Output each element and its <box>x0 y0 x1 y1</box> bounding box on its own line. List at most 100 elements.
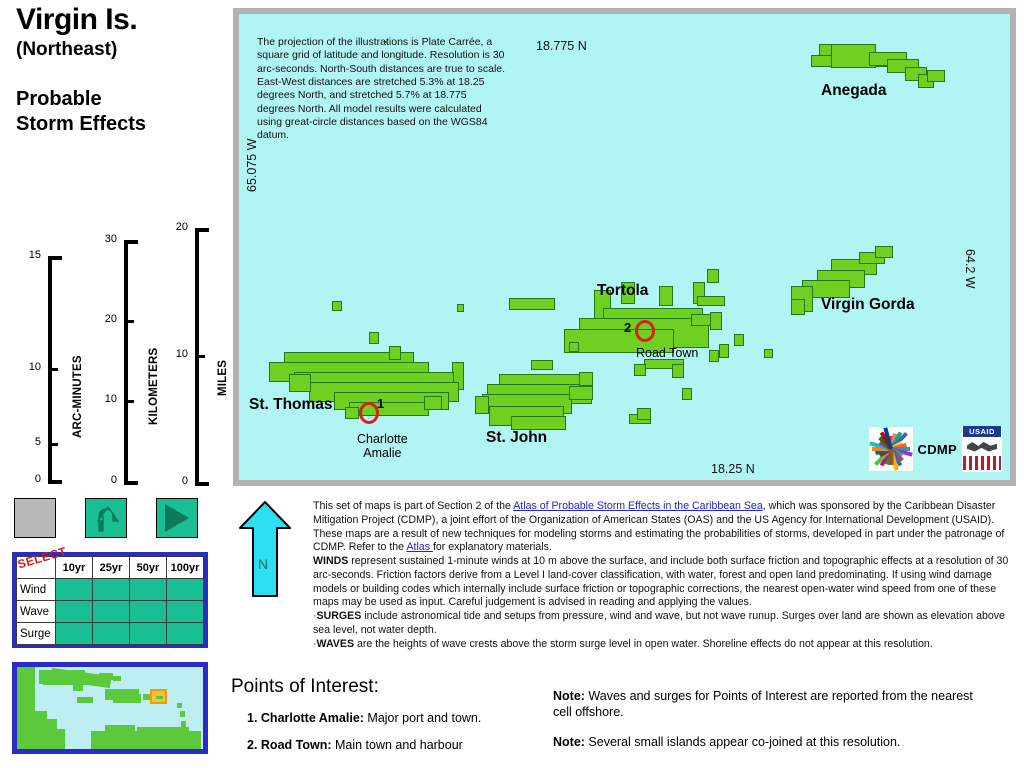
island-st-thomas-shape <box>385 41 387 43</box>
waves-label: WAVES <box>316 637 355 650</box>
north-arrow-icon <box>239 501 291 597</box>
poi-list-item-2: 2. Road Town: Main town and harbour <box>247 738 551 752</box>
description-text: This set of maps is part of Section 2 of… <box>313 500 1013 651</box>
locator-map[interactable] <box>12 662 208 754</box>
islet <box>672 364 684 378</box>
islet <box>457 304 464 312</box>
locator-highlight-box[interactable] <box>150 689 167 704</box>
town-label-charlotte-amalie: Charlotte Amalie <box>357 432 408 461</box>
cell-wave-25yr[interactable] <box>92 600 130 623</box>
island-st-john-shape <box>579 372 593 386</box>
scale-tick-value: 5 <box>34 436 41 448</box>
island-st-thomas-shape <box>424 396 442 410</box>
scale-tick-value: 10 <box>175 348 188 360</box>
island-label-st-john: St. John <box>486 429 548 446</box>
note-text: Waves and surges for Points of Interest … <box>553 689 973 719</box>
islet <box>509 298 555 310</box>
page-subject: Probable Storm Effects <box>16 88 147 136</box>
cell-surge-25yr[interactable] <box>92 622 130 645</box>
poi-list-item-1: 1. Charlotte Amalie: Major port and town… <box>247 711 551 725</box>
cell-wave-10yr[interactable] <box>55 600 93 623</box>
island-label-st-thomas: St. Thomas <box>249 396 333 413</box>
islet <box>637 408 651 420</box>
scale-tick-value: 0 <box>110 474 117 486</box>
desc-para1-c: for explanatory materials. <box>432 541 552 554</box>
points-of-interest-heading: Points of Interest: <box>231 676 379 697</box>
waves-text: are the heights of wave crests above the… <box>354 637 933 650</box>
island-label-tortola: Tortola <box>597 282 649 299</box>
play-triangle-icon <box>165 504 189 532</box>
flag-stripe <box>972 456 975 470</box>
row-header-surge[interactable]: Surge <box>16 622 56 645</box>
cell-wave-50yr[interactable] <box>129 600 167 623</box>
select-panel[interactable]: 10yr 25yr 50yr 100yr Wind Wave Surge <box>12 552 208 648</box>
scale-tick-value: 15 <box>28 249 41 261</box>
column-header-25yr[interactable]: 25yr <box>92 556 130 579</box>
blank-button[interactable] <box>14 498 56 538</box>
cell-surge-50yr[interactable] <box>129 622 167 645</box>
island-virgin-gorda-shape <box>875 246 893 258</box>
flag-stripe <box>990 456 993 470</box>
cell-wave-100yr[interactable] <box>166 600 204 623</box>
landmass-jamaica <box>77 697 93 703</box>
cell-wind-25yr[interactable] <box>92 578 130 601</box>
islet <box>734 334 744 346</box>
table-row: Wind <box>16 578 204 601</box>
atlas-link-2[interactable]: Atlas <box>406 541 433 553</box>
cell-surge-100yr[interactable] <box>166 622 204 645</box>
page-subtitle: (Northeast) <box>16 38 118 60</box>
cell-surge-10yr[interactable] <box>55 622 93 645</box>
poi-marker-charlotte-amalie[interactable] <box>359 402 379 424</box>
usaid-logo-icon: USAID <box>962 426 1002 472</box>
landmass-cuba <box>43 675 91 685</box>
island-st-john-shape <box>569 386 593 400</box>
column-header-10yr[interactable]: 10yr <box>55 556 93 579</box>
coordinate-west-right: 64.2 W <box>963 249 977 289</box>
island-tortola-shape <box>659 286 673 306</box>
islet <box>709 350 719 362</box>
oas-logo-icon <box>868 427 913 471</box>
column-header-100yr[interactable]: 100yr <box>166 556 204 579</box>
scale-tick-value: 20 <box>104 313 117 325</box>
landmass <box>73 685 83 691</box>
notes-section: Note: Waves and surges for Points of Int… <box>553 688 993 764</box>
island-label-virgin-gorda: Virgin Gorda <box>821 296 915 313</box>
winds-text: represent sustained 1-minute winds at 10… <box>313 555 1009 609</box>
row-header-wind[interactable]: Wind <box>16 578 56 601</box>
map-panel[interactable]: The projection of the illustrations is P… <box>233 8 1016 486</box>
row-header-wave[interactable]: Wave <box>16 600 56 623</box>
atlas-link[interactable]: Atlas of Probable Storm Effects in the C… <box>513 500 763 512</box>
logo-row: CDMP USAID <box>868 426 1002 472</box>
usaid-wordmark: USAID <box>963 426 1001 437</box>
island-tortola-shape <box>710 312 722 330</box>
island-virgin-gorda-shape <box>791 299 805 315</box>
note-text: Several small islands appear co-joined a… <box>584 735 901 749</box>
back-button[interactable] <box>85 498 127 538</box>
islet <box>369 332 379 344</box>
scale-tick-value: 30 <box>104 233 117 245</box>
islet <box>764 349 773 358</box>
note-label: Note: <box>553 735 585 749</box>
button-row <box>14 498 198 538</box>
island-anegada-shape <box>927 70 945 82</box>
cell-wind-10yr[interactable] <box>55 578 93 601</box>
coordinate-west-left: 65.075 W <box>245 138 259 192</box>
cdmp-label: CDMP <box>917 441 957 457</box>
flag-bundle-base <box>888 449 894 465</box>
scale-tick-value: 0 <box>34 473 41 485</box>
poi-item-number: 2. <box>247 738 261 752</box>
islet <box>569 342 579 352</box>
points-of-interest-section: Points of Interest: 1. Charlotte Amalie:… <box>231 676 551 752</box>
surges-text: include astronomical tide and setups fro… <box>313 610 1005 636</box>
poi-marker-road-town[interactable] <box>635 320 655 342</box>
winds-label: WINDS <box>313 555 349 568</box>
scale-tick-value: 0 <box>181 475 188 487</box>
cell-wind-50yr[interactable] <box>129 578 167 601</box>
select-table[interactable]: 10yr 25yr 50yr 100yr Wind Wave Surge <box>16 556 204 645</box>
map-canvas[interactable]: The projection of the illustrations is P… <box>239 14 1010 480</box>
locator-map-canvas <box>17 667 203 749</box>
cell-wind-100yr[interactable] <box>166 578 204 601</box>
column-header-50yr[interactable]: 50yr <box>129 556 167 579</box>
coordinate-north-bottom: 18.25 N <box>711 462 755 476</box>
play-button[interactable] <box>156 498 198 538</box>
